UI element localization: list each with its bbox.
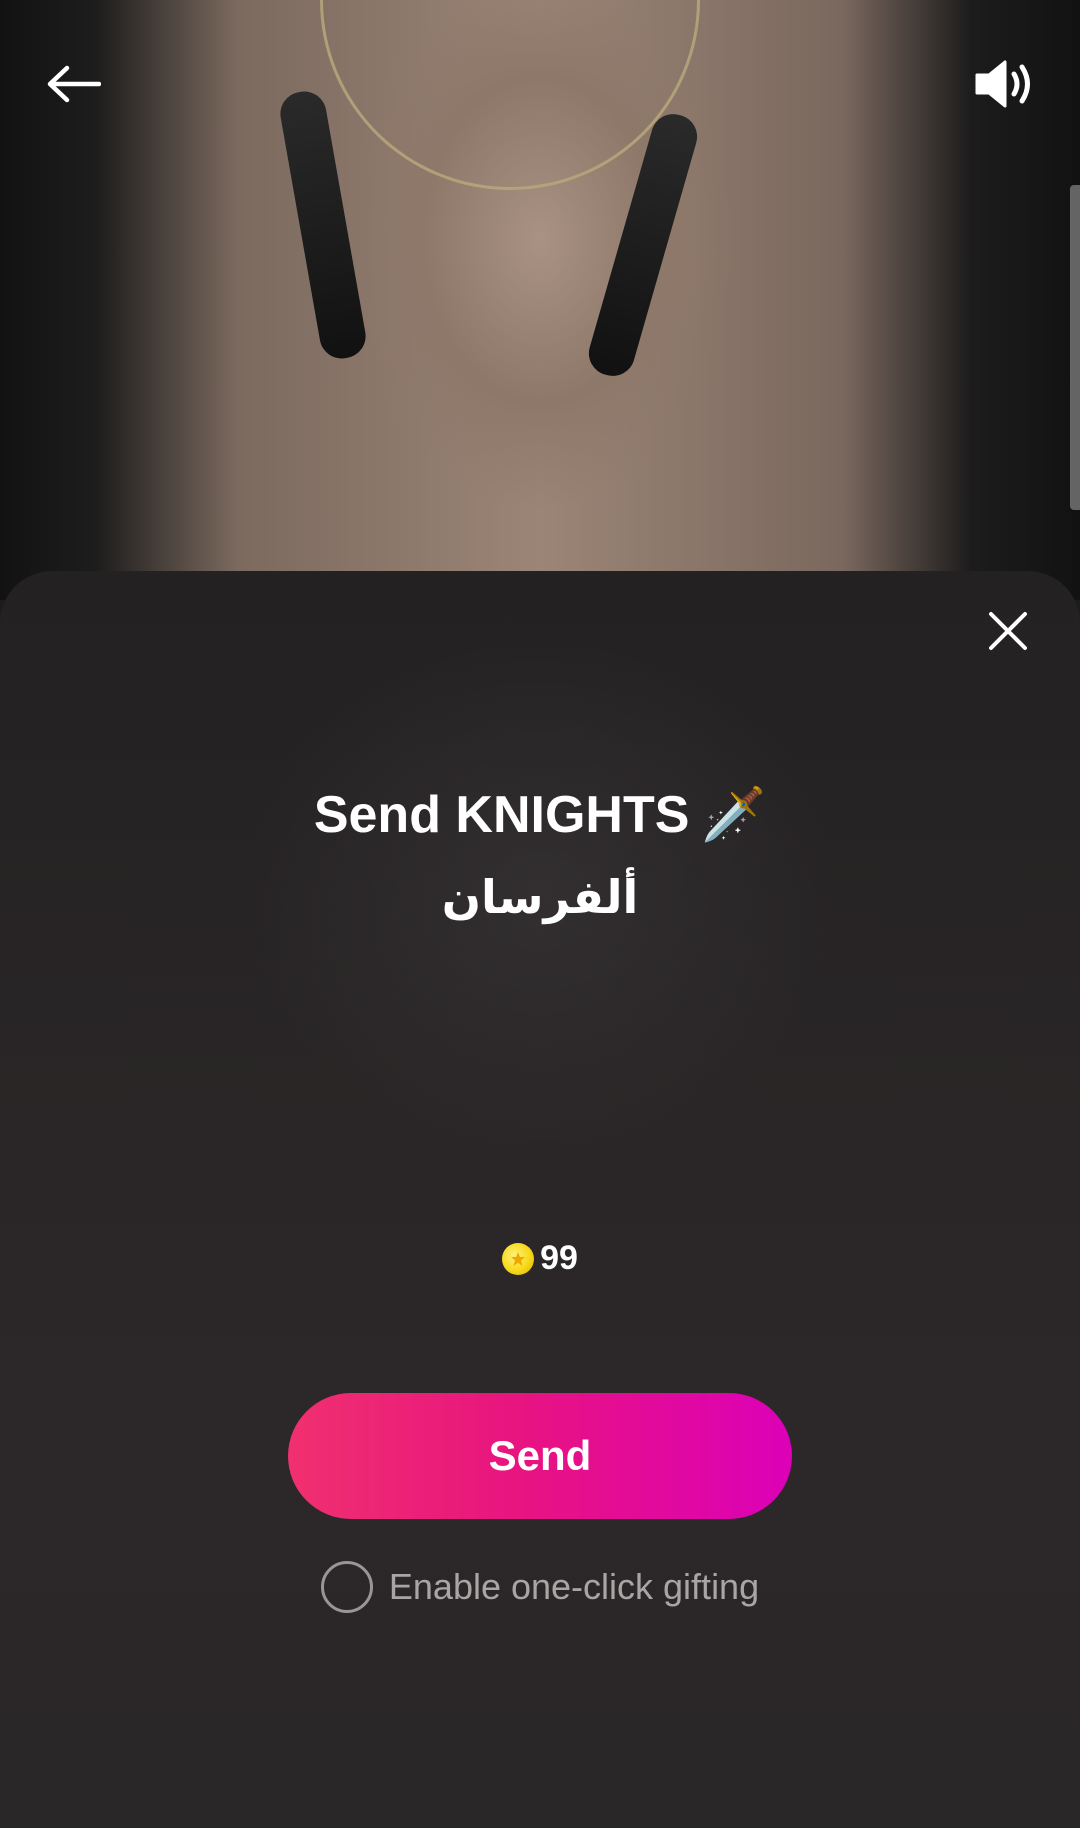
star-icon [511,1251,526,1266]
back-button[interactable] [28,48,118,120]
gift-title: Send KNIGHTS 🗡️ [0,781,1080,846]
gift-title-text: Send KNIGHTS [313,786,690,845]
gift-subtitle: ألفرسان [441,870,639,924]
one-click-gifting-option[interactable]: Enable one-click gifting [0,1561,1080,1613]
speaker-volume-icon [975,60,1030,108]
side-scroll-indicator[interactable] [1070,185,1080,510]
arrow-left-icon [47,65,101,103]
one-click-checkbox[interactable] [320,1561,373,1613]
gift-price: 99 [0,1239,1080,1278]
sound-toggle-button[interactable] [960,48,1050,120]
coin-icon [502,1242,535,1275]
close-icon [989,612,1027,650]
gift-send-sheet: Send KNIGHTS 🗡️ ألفرسان 99 Send Enable on… [0,571,1080,1828]
one-click-label: Enable one-click gifting [388,1566,760,1607]
close-button[interactable] [976,599,1040,663]
dagger-icon: 🗡️ [701,785,767,846]
send-button[interactable]: Send [288,1393,792,1519]
video-stream[interactable] [0,0,1080,600]
price-value: 99 [540,1239,578,1277]
live-stream-screen: Send KNIGHTS 🗡️ ألفرسان 99 Send Enable on… [0,0,1080,1828]
video-detail [276,88,370,362]
